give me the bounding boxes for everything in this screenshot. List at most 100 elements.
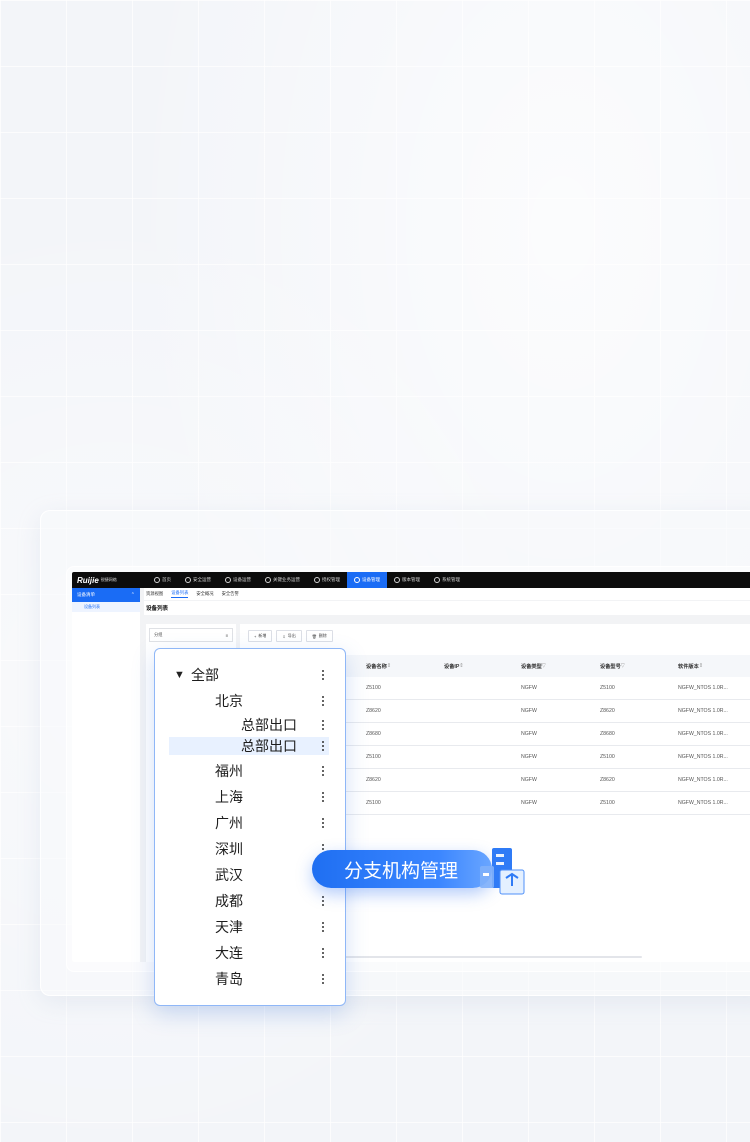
table-cell: NGFW <box>521 777 537 783</box>
table-cell: Z5100 <box>600 685 615 691</box>
more-vertical-icon[interactable] <box>321 816 325 830</box>
more-vertical-icon[interactable] <box>321 946 325 960</box>
tree-node[interactable]: 广州 <box>169 814 329 832</box>
table-cell: NGFW_NTOS 1.0R... <box>678 754 728 760</box>
sort-icon[interactable]: ⇕ <box>387 663 391 669</box>
tree-node[interactable]: 大连 <box>169 944 329 962</box>
tree-node[interactable]: 总部出口 <box>169 737 329 755</box>
nav-icon <box>394 577 400 583</box>
tree-node-label: 武汉 <box>215 867 243 883</box>
table-cell: NGFW <box>521 708 537 714</box>
column-header-label: 设备名称 <box>366 663 387 670</box>
tree-node-label: 大连 <box>215 945 243 961</box>
tree-node[interactable]: 北京 <box>169 692 329 710</box>
column-header[interactable]: 设备类型 ▽ <box>521 655 546 677</box>
tree-node[interactable]: 青岛 <box>169 970 329 988</box>
table-cell: Z8680 <box>600 731 615 737</box>
nav-item-label: 设备运营 <box>233 577 251 582</box>
group-selector-label: 分组 <box>154 632 163 637</box>
menu-icon[interactable]: ≡ <box>225 633 228 638</box>
subtab[interactable]: 安全概况 <box>196 591 213 597</box>
nav-item[interactable]: 系统管理 <box>427 572 467 588</box>
tree-node[interactable]: 武汉 <box>169 866 329 884</box>
nav-item[interactable]: 设备管理 <box>347 572 387 588</box>
table-cell: NGFW <box>521 731 537 737</box>
main-nav: 首页 安全运营 设备运营 关键业务运营 授权管理 设备管理 版本管理 系统管理 <box>147 572 467 588</box>
column-header-label: 软件版本 <box>678 663 699 670</box>
more-vertical-icon[interactable] <box>321 718 325 732</box>
table-cell: NGFW <box>521 754 537 760</box>
tree-node[interactable]: 天津 <box>169 918 329 936</box>
export-button-label: 导出 <box>287 633 296 638</box>
sidebar-header-label: 设备清单 <box>77 592 95 597</box>
subtab[interactable]: 安全告警 <box>222 591 239 597</box>
nav-icon <box>354 577 360 583</box>
download-icon: ⇩ <box>282 633 286 639</box>
export-button[interactable]: ⇩ 导出 <box>276 630 302 642</box>
tree-node-label: 天津 <box>215 919 243 935</box>
sort-icon[interactable]: ⇕ <box>699 663 703 669</box>
nav-item-label: 安全运营 <box>193 577 211 582</box>
table-cell: Z5100 <box>600 754 615 760</box>
tree-node[interactable]: 深圳 <box>169 840 329 858</box>
table-cell: Z8620 <box>600 708 615 714</box>
more-vertical-icon[interactable] <box>321 739 325 753</box>
table-cell: Z5100 <box>366 800 381 806</box>
tree-node-label: 北京 <box>215 693 243 709</box>
tree-node-label: 总部出口 <box>241 738 297 754</box>
table-cell: NGFW_NTOS 1.0R... <box>678 708 728 714</box>
nav-icon <box>225 577 231 583</box>
tree-node-label: 深圳 <box>215 841 243 857</box>
nav-item[interactable]: 版本管理 <box>387 572 427 588</box>
tree-node[interactable]: 福州 <box>169 762 329 780</box>
more-vertical-icon[interactable] <box>321 790 325 804</box>
nav-item[interactable]: 关键业务运营 <box>258 572 307 588</box>
sidebar-item-device-list[interactable]: 设备列表 <box>72 602 140 612</box>
nav-item-label: 版本管理 <box>402 577 420 582</box>
nav-item-label: 关键业务运营 <box>273 577 300 582</box>
table-cell: NGFW_NTOS 1.0R... <box>678 777 728 783</box>
tree-node[interactable]: 上海 <box>169 788 329 806</box>
subtab[interactable]: 设备列表 <box>171 590 189 598</box>
column-header[interactable]: 设备名称 ⇕ <box>366 655 391 677</box>
table-cell: Z8620 <box>600 777 615 783</box>
column-header[interactable]: 设备IP ⇕ <box>444 655 464 677</box>
caret-down-icon[interactable]: ▼ <box>174 669 185 681</box>
logo-text: Ruijie <box>77 575 99 585</box>
filter-icon[interactable]: ▽ <box>542 663 546 669</box>
table-cell: Z5100 <box>366 754 381 760</box>
more-vertical-icon[interactable] <box>321 694 325 708</box>
chevron-up-icon: ⌃ <box>130 592 135 598</box>
tree-node[interactable]: 总部出口 <box>169 716 329 734</box>
nav-item[interactable]: 首页 <box>147 572 178 588</box>
more-vertical-icon[interactable] <box>321 972 325 986</box>
more-vertical-icon[interactable] <box>321 920 325 934</box>
more-vertical-icon[interactable] <box>321 894 325 908</box>
table-cell: Z5100 <box>600 800 615 806</box>
delete-button[interactable]: 🗑 删除 <box>305 630 333 642</box>
sort-icon[interactable]: ⇕ <box>459 663 463 669</box>
nav-item[interactable]: 设备运营 <box>218 572 258 588</box>
sidebar-item-label: 设备列表 <box>84 604 100 609</box>
nav-icon <box>185 577 191 583</box>
subtab[interactable]: 资源视图 <box>146 591 163 597</box>
filter-icon[interactable]: ▽ <box>621 663 625 669</box>
logo-subtext: 锐捷网络 <box>100 577 117 582</box>
column-header[interactable]: 设备型号 ▽ <box>600 655 625 677</box>
more-vertical-icon[interactable] <box>321 764 325 778</box>
tree-node[interactable]: ▼ 全部 <box>169 666 329 684</box>
sidebar: 设备清单 ⌃ 设备列表 <box>72 588 140 962</box>
tree-node-label: 成都 <box>215 893 243 909</box>
add-button[interactable]: + 新增 <box>248 630 273 642</box>
nav-item-label: 系统管理 <box>442 577 460 582</box>
table-cell: NGFW <box>521 800 537 806</box>
table-cell: NGFW_NTOS 1.0R... <box>678 685 728 691</box>
sidebar-header[interactable]: 设备清单 ⌃ <box>72 588 140 602</box>
nav-item[interactable]: 安全运营 <box>178 572 218 588</box>
more-vertical-icon[interactable] <box>321 668 325 682</box>
nav-item-label: 设备管理 <box>362 577 380 582</box>
nav-item[interactable]: 授权管理 <box>307 572 347 588</box>
group-selector[interactable]: 分组 ≡ <box>149 628 233 642</box>
column-header[interactable]: 软件版本 ⇕ <box>678 655 703 677</box>
tree-node[interactable]: 成都 <box>169 892 329 910</box>
